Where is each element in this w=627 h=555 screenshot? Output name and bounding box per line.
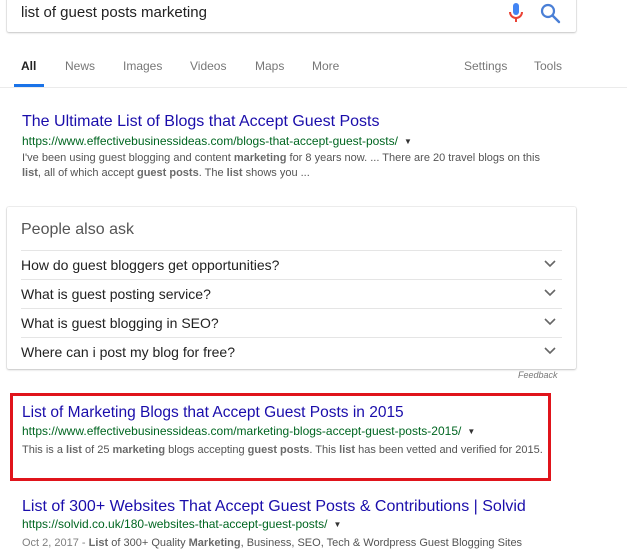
snippet-text: . This	[309, 444, 340, 456]
snippet-keyword: Marketing	[188, 537, 241, 549]
tab-news[interactable]: News	[65, 59, 95, 73]
snippet-text: shows you ...	[242, 167, 310, 179]
paa-question[interactable]: What is guest posting service?	[21, 279, 562, 309]
snippet-keyword: list	[339, 444, 356, 456]
result-snippet-1: I've been using guest blogging and conte…	[22, 151, 557, 181]
result-snippet-3: Oct 2, 2017 - List of 300+ Quality Marke…	[22, 536, 622, 551]
paa-question[interactable]: Where can i post my blog for free?	[21, 337, 562, 367]
snippet-text: , all of which accept	[37, 167, 137, 179]
tab-settings[interactable]: Settings	[464, 59, 507, 73]
paa-question-text: What is guest posting service?	[21, 286, 211, 302]
snippet-keyword: guest posts	[247, 444, 310, 456]
snippet-keyword: List	[88, 537, 109, 549]
snippet-text: has been vetted and verified for 2015.	[355, 444, 543, 456]
people-also-ask: People also ask How do guest bloggers ge…	[7, 207, 576, 369]
caret-down-icon[interactable]: ▼	[467, 427, 475, 436]
tab-videos[interactable]: Videos	[190, 59, 226, 73]
result-url-text: https://www.effectivebusinessideas.com/b…	[22, 134, 398, 148]
chevron-down-icon	[544, 260, 556, 268]
snippet-keyword: marketing	[233, 152, 287, 164]
snippet-keyword: list	[66, 444, 82, 456]
tab-images[interactable]: Images	[123, 59, 162, 73]
paa-question-text: How do guest bloggers get opportunities?	[21, 257, 280, 273]
snippet-text: . The	[198, 167, 227, 179]
chevron-down-icon	[544, 347, 556, 355]
nav-divider	[0, 87, 627, 88]
result-date: Oct 2, 2017 -	[22, 537, 89, 549]
result-url-2: https://www.effectivebusinessideas.com/m…	[22, 424, 475, 438]
snippet-text: of 25	[81, 444, 113, 456]
tab-maps[interactable]: Maps	[255, 59, 284, 73]
snippet-text: This is a	[22, 444, 67, 456]
search-box[interactable]: list of guest posts marketing	[7, 0, 576, 32]
search-icon[interactable]	[539, 2, 561, 24]
paa-heading: People also ask	[21, 221, 134, 238]
tab-tools[interactable]: Tools	[534, 59, 562, 73]
paa-question[interactable]: How do guest bloggers get opportunities?	[21, 250, 562, 280]
search-input[interactable]: list of guest posts marketing	[21, 4, 207, 21]
paa-question[interactable]: What is guest blogging in SEO?	[21, 308, 562, 338]
caret-down-icon[interactable]: ▼	[404, 137, 412, 146]
feedback-link[interactable]: Feedback	[518, 370, 558, 380]
tab-more[interactable]: More	[312, 59, 339, 73]
chevron-down-icon	[544, 318, 556, 326]
result-title-3[interactable]: List of 300+ Websites That Accept Guest …	[22, 498, 526, 516]
snippet-text: blogs accepting	[165, 444, 248, 456]
snippet-keyword: list	[22, 167, 38, 179]
caret-down-icon[interactable]: ▼	[333, 520, 341, 529]
result-snippet-2: This is a list of 25 marketing blogs acc…	[22, 443, 547, 458]
microphone-icon[interactable]	[507, 2, 525, 24]
snippet-keyword: marketing	[112, 444, 166, 456]
snippet-keyword: guest posts	[136, 167, 199, 179]
result-url-text: https://www.effectivebusinessideas.com/m…	[22, 424, 462, 438]
snippet-keyword: list	[226, 167, 243, 179]
snippet-text: for 8 years now. ... There are 20 travel…	[286, 152, 541, 164]
snippet-text: of 300+ Quality	[108, 537, 189, 549]
result-url-1: https://www.effectivebusinessideas.com/b…	[22, 134, 412, 148]
paa-question-text: Where can i post my blog for free?	[21, 344, 235, 360]
tab-all[interactable]: All	[21, 59, 36, 73]
snippet-text: I've been using guest blogging and conte…	[22, 152, 234, 164]
chevron-down-icon	[544, 289, 556, 297]
paa-question-text: What is guest blogging in SEO?	[21, 315, 219, 331]
result-url-3: https://solvid.co.uk/180-websites-that-a…	[22, 517, 341, 531]
snippet-text: , Business, SEO, Tech & Wordpress Guest …	[240, 537, 523, 549]
result-snippet-3-body: List of 300+ Quality Marketing, Business…	[89, 537, 522, 549]
result-title-1[interactable]: The Ultimate List of Blogs that Accept G…	[22, 113, 380, 131]
result-url-text: https://solvid.co.uk/180-websites-that-a…	[22, 517, 328, 531]
result-title-2[interactable]: List of Marketing Blogs that Accept Gues…	[22, 404, 404, 422]
